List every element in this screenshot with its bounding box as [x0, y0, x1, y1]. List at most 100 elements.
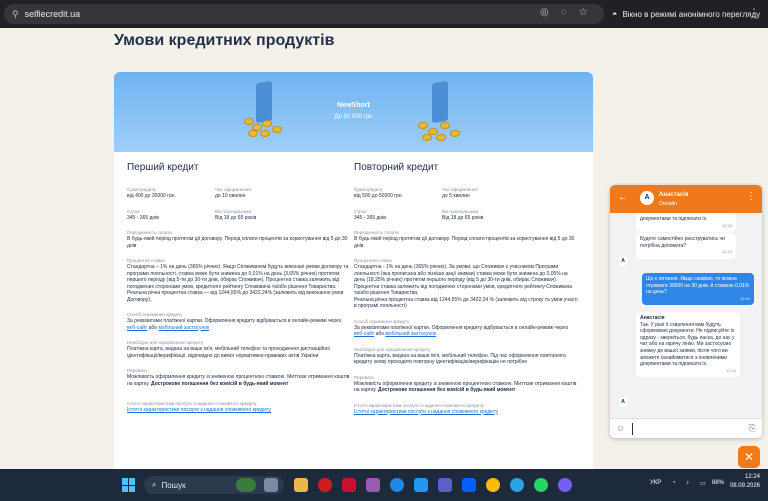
age-value: Від 18 до 65 років: [215, 214, 257, 221]
chat-menu-icon[interactable]: ⋮: [746, 191, 756, 202]
star-icon[interactable]: ☆: [579, 7, 588, 18]
incognito-indicator[interactable]: ◓ Вікно в режимі анонімного перегляду: [612, 5, 760, 23]
time-value: до 10 хвилин: [215, 193, 246, 199]
clock[interactable]: 12:24 08.09.2026: [730, 473, 760, 491]
real-rate-value: Реальна річна процентна ставка від 1244,…: [354, 296, 578, 310]
website-link[interactable]: веб-сайт: [354, 331, 374, 337]
address-bar[interactable]: ⚲ selfiecredit.ua: [4, 4, 604, 24]
agent-status: Онлайн: [659, 201, 677, 207]
agent-avatar: А: [618, 256, 628, 266]
real-rate-value: Реальна річна процентна ставка — від 124…: [127, 290, 344, 303]
advantages-value: Можливість оформлення кредиту зі знижено…: [127, 374, 350, 387]
message-input[interactable]: [632, 423, 732, 435]
chat-widget: ← А Анастасія Онлайн ⋮ документами та пі…: [610, 185, 762, 438]
chat-message: Будете самостійно реєструватись чи потрі…: [636, 233, 736, 259]
chat-message: Анастасія Так. У разі її схвалення вам бу…: [636, 312, 740, 378]
back-arrow-icon[interactable]: ←: [618, 192, 628, 203]
time-value: до 5 хвилин: [442, 193, 470, 199]
wifi-icon[interactable]: ◔: [672, 480, 676, 486]
menu-kebab-icon[interactable]: ⋮: [748, 6, 760, 20]
attach-icon[interactable]: ⎘: [749, 423, 756, 434]
term-value: 345 - 365 днів: [354, 214, 386, 221]
payment-value: В будь-який період протягом дії договору…: [354, 236, 575, 249]
method-value: За реквізитами платіжної картки. Оформле…: [354, 324, 569, 338]
clock-date: 08.09.2026: [729, 483, 760, 489]
clock-time: 12:24: [744, 474, 760, 480]
first-credit-column: Перший кредит Сума кредиту від 400 до 300…: [127, 162, 352, 423]
eye-off-icon[interactable]: ◌: [561, 7, 567, 18]
mobile-app-link[interactable]: мобільний застосунок: [158, 325, 209, 331]
viber-icon[interactable]: [558, 478, 572, 492]
app-l-icon[interactable]: [342, 478, 356, 492]
incognito-label: Вікно в режимі анонімного перегляду: [622, 9, 761, 19]
chat-message-outgoing: Ще є питання. Якщо скажімо, то можна отр…: [642, 273, 754, 306]
method-value: За реквізитами платіжної картки. Оформле…: [127, 318, 342, 331]
coin-illustration: [262, 120, 272, 127]
agent-avatar: А: [640, 191, 654, 205]
age-value: Від 18 до 65 років: [442, 214, 484, 221]
banner-subtitle: До 50 000 грн: [334, 114, 373, 120]
url-text: selfiecredit.ua: [24, 9, 81, 19]
sum-value: від 500 до 50000 грн.: [354, 193, 403, 199]
telegram-icon[interactable]: [510, 478, 524, 492]
rate-value: Стандартна - 1% на день (365% річних). З…: [354, 264, 573, 296]
term-value: 345 - 365 днів: [127, 214, 159, 221]
product-banner: NewShort До 50 000 грн: [114, 72, 593, 152]
site-info-icon[interactable]: ⚲: [12, 9, 19, 20]
coin-illustration: [418, 122, 428, 129]
requirements-value: Платіжна карта, видана на ваше ім'я, моб…: [354, 352, 566, 366]
advantages-value: Можливість оформлення кредиту зі знижено…: [354, 380, 577, 394]
windows-start-icon[interactable]: [122, 478, 136, 492]
lens-icon[interactable]: ◎: [540, 7, 549, 18]
volume-icon[interactable]: ♪: [686, 480, 689, 486]
taskbar: ⌕ Пошук УКР ◔ ♪ ▭ 88% 12:24 08.09.2026: [0, 469, 768, 501]
battery-icon[interactable]: ▭: [700, 480, 706, 487]
website-link[interactable]: веб-сайт: [127, 325, 147, 331]
payment-value: В будь-який період протягом дії договору…: [127, 236, 348, 249]
repeat-credit-title: Повторний кредит: [354, 162, 439, 173]
product-card: NewShort До 50 000 грн Перший кредит Сум…: [114, 72, 593, 469]
teams-icon[interactable]: [438, 478, 452, 492]
edge-icon[interactable]: [390, 478, 404, 492]
mobile-app-link[interactable]: мобільний застосунок: [385, 331, 436, 337]
search-placeholder: Пошук: [161, 480, 186, 490]
chat-input-bar[interactable]: ☺ ⎘: [610, 418, 762, 438]
coin-illustration: [436, 134, 446, 141]
copilot-icon[interactable]: [366, 478, 380, 492]
dropbox-icon[interactable]: [462, 478, 476, 492]
coin-illustration: [450, 130, 460, 137]
chat-messages[interactable]: документами та підписати їх. 12:23 Будете…: [610, 213, 762, 418]
language-indicator[interactable]: УКР: [650, 480, 661, 486]
search-icon: ⌕: [152, 480, 157, 489]
opera-icon[interactable]: [318, 478, 332, 492]
sum-value: від 400 до 30000 грн.: [127, 193, 176, 199]
first-credit-title: Перший кредит: [127, 162, 199, 173]
coin-illustration: [440, 122, 450, 129]
battery-level: 88%: [712, 480, 725, 486]
chrome-icon[interactable]: [486, 478, 500, 492]
info-link[interactable]: Істотні характеристики послуги з надання…: [127, 407, 352, 414]
coin-illustration: [272, 126, 282, 133]
info-link[interactable]: Істотні характеристики послуги з надання…: [354, 409, 579, 416]
agent-avatar: А: [618, 397, 628, 407]
incognito-icon: ◓: [612, 9, 618, 19]
requirements-value: Платіжна карта, видана на ваше ім'я, моб…: [127, 346, 331, 359]
coin-illustration: [248, 130, 258, 137]
chat-header: ← А Анастасія Онлайн ⋮: [610, 185, 762, 213]
chat-close-button[interactable]: ✕: [738, 446, 760, 468]
agent-name: Анастасія: [659, 192, 689, 198]
coin-illustration: [260, 130, 270, 137]
store-icon[interactable]: [414, 478, 428, 492]
taskbar-search[interactable]: ⌕ Пошук: [144, 476, 284, 494]
repeat-credit-column: Повторний кредит Сума кредиту від 500 до …: [354, 162, 579, 424]
whatsapp-icon[interactable]: [534, 478, 548, 492]
emoji-icon[interactable]: ☺: [616, 423, 625, 433]
rate-value: Стандартна – 1% на день (365% річних). Я…: [127, 264, 349, 290]
widget-icon[interactable]: [236, 478, 256, 492]
browser-toolbar: ⚲ selfiecredit.ua ◎ ◌ ☆ ◓ Вікно в режимі…: [0, 0, 768, 28]
chat-message: документами та підписати їх. 12:23: [636, 213, 736, 233]
page-title: Умови кредитних продуктів: [114, 32, 335, 49]
coin-illustration: [422, 134, 432, 141]
file-explorer-icon[interactable]: [294, 478, 308, 492]
task-view-icon[interactable]: [264, 478, 278, 492]
